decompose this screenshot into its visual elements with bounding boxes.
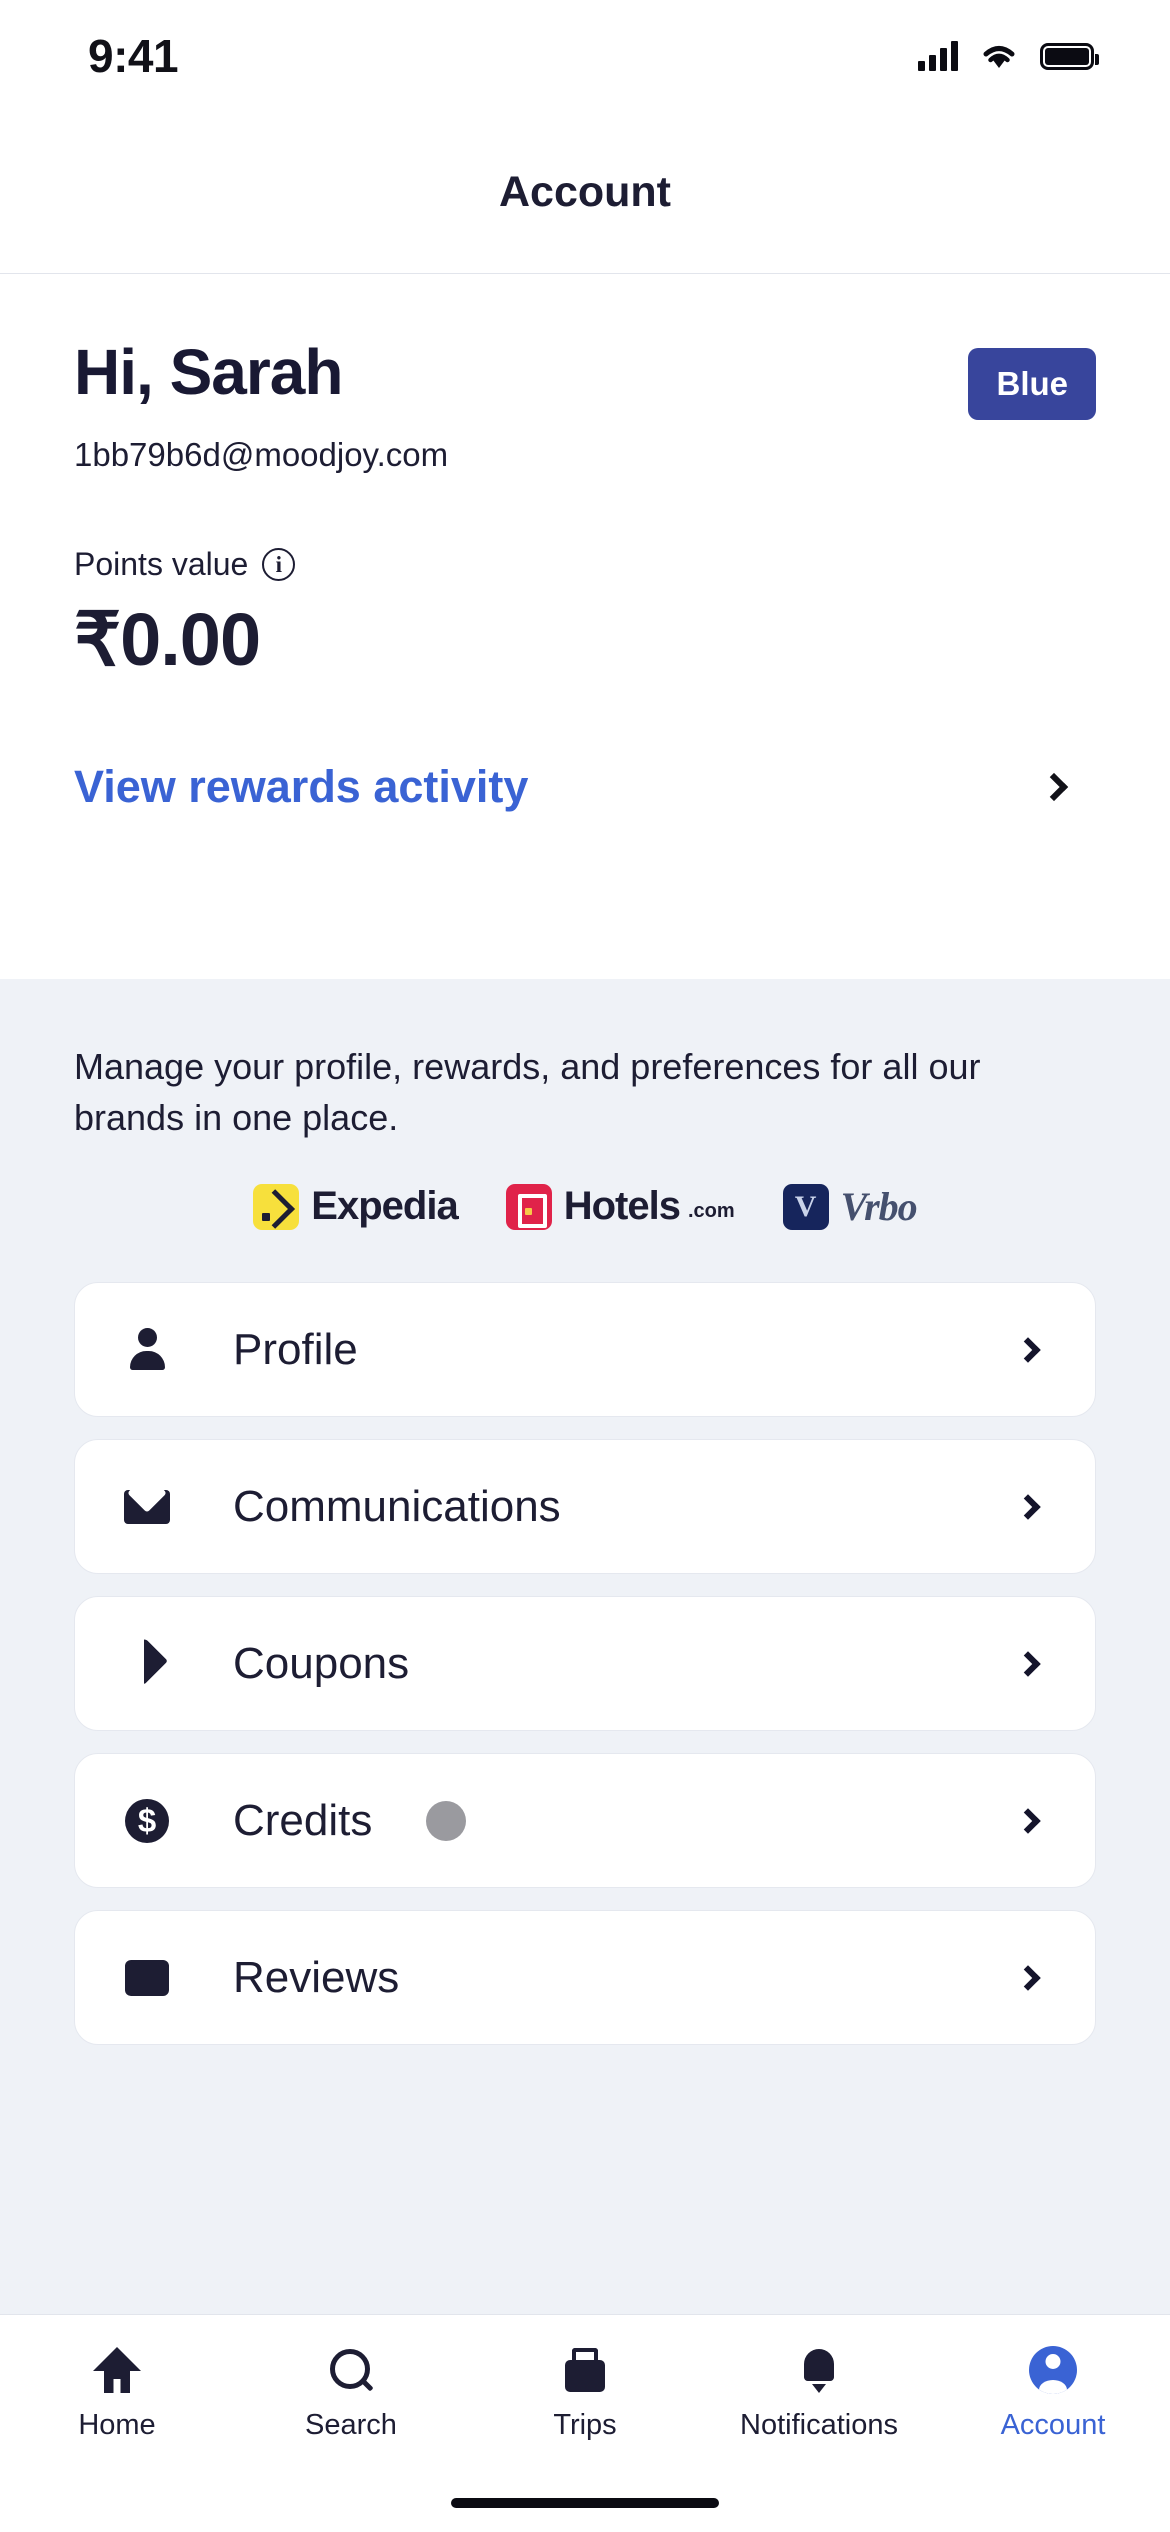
menu-item-communications[interactable]: Communications — [74, 1439, 1096, 1575]
points-value-row: Points value i — [74, 546, 1096, 583]
cellular-signal-icon — [918, 41, 958, 71]
account-email: 1bb79b6d@moodjoy.com — [74, 436, 449, 473]
home-icon — [93, 2345, 141, 2395]
menu-item-label: Profile — [233, 1324, 358, 1374]
tab-trips[interactable]: Trips — [468, 2345, 702, 2442]
suitcase-icon — [562, 2345, 608, 2395]
person-icon — [119, 1327, 175, 1372]
brands-and-menu-section: Manage your profile, rewards, and prefer… — [0, 979, 1170, 2532]
account-menu-list: Profile Communications Coupons $ Credits — [74, 1282, 1096, 2046]
brand-vrbo: Vrbo — [782, 1183, 918, 1230]
status-bar: 9:41 — [0, 0, 1170, 112]
tab-notifications[interactable]: Notifications — [702, 2345, 936, 2442]
tab-home[interactable]: Home — [0, 2345, 234, 2442]
menu-item-profile[interactable]: Profile — [74, 1282, 1096, 1418]
brand-name-vrbo: Vrbo — [840, 1184, 918, 1230]
points-value-label: Points value — [74, 546, 249, 582]
tab-search[interactable]: Search — [234, 2345, 468, 2442]
view-rewards-activity-row[interactable]: View rewards activity — [74, 761, 1096, 873]
brand-name-expedia: Expedia — [311, 1184, 458, 1229]
menu-item-coupons[interactable]: Coupons — [74, 1596, 1096, 1732]
status-badge: Blue — [968, 348, 1096, 420]
menu-item-label: Coupons — [233, 1638, 410, 1688]
brand-tld-hotels: .com — [687, 1199, 735, 1222]
status-icons — [918, 41, 1099, 71]
loading-indicator — [426, 1800, 467, 1841]
tab-label: Account — [1000, 2409, 1106, 2441]
dollar-circle-icon: $ — [119, 1798, 175, 1843]
menu-item-label: Communications — [233, 1481, 561, 1531]
mail-icon — [119, 1489, 175, 1524]
phone-screen: 9:41 Account Hi, Sarah Blue 1bb79b6d@moo… — [0, 0, 1170, 2532]
hero-top-row: Hi, Sarah Blue — [74, 334, 1096, 420]
tab-label: Search — [305, 2409, 397, 2441]
info-icon[interactable]: i — [262, 548, 296, 581]
hotels-logo-icon — [505, 1183, 552, 1230]
bell-icon — [797, 2345, 841, 2395]
vrbo-logo-icon — [782, 1183, 829, 1230]
status-time: 9:41 — [88, 30, 179, 82]
account-hero: Hi, Sarah Blue 1bb79b6d@moodjoy.com Poin… — [0, 274, 1170, 873]
review-icon — [119, 1959, 175, 1996]
tag-icon — [119, 1642, 175, 1686]
app-bar: Account — [0, 112, 1170, 274]
section-description: Manage your profile, rewards, and prefer… — [74, 1046, 981, 1139]
search-icon — [328, 2345, 374, 2395]
chevron-right-icon — [1015, 1336, 1041, 1363]
tab-account[interactable]: Account — [936, 2345, 1170, 2442]
chevron-right-icon — [1015, 1493, 1041, 1520]
brand-expedia: Expedia — [253, 1183, 459, 1230]
brand-hotels: Hotels .com — [505, 1183, 735, 1230]
brand-logo-row: Expedia Hotels .com Vrbo — [74, 1183, 1096, 1230]
chevron-right-icon — [1015, 1650, 1041, 1677]
wifi-icon — [983, 46, 1015, 68]
menu-item-label: Reviews — [233, 1952, 400, 2002]
menu-item-credits[interactable]: $ Credits — [74, 1753, 1096, 1889]
brand-name-hotels: Hotels — [563, 1184, 681, 1229]
tab-label: Notifications — [740, 2409, 898, 2441]
account-avatar-icon — [1029, 2345, 1077, 2395]
home-indicator — [451, 2498, 719, 2508]
greeting-text: Hi, Sarah — [74, 336, 343, 408]
view-rewards-activity-link[interactable]: View rewards activity — [74, 761, 528, 813]
menu-item-reviews[interactable]: Reviews — [74, 1910, 1096, 2046]
chevron-right-icon — [1039, 772, 1069, 802]
tab-label: Home — [78, 2409, 156, 2441]
points-amount: ₹0.00 — [74, 598, 261, 681]
page-title: Account — [499, 168, 671, 216]
tab-label: Trips — [553, 2409, 617, 2441]
chevron-right-icon — [1015, 1964, 1041, 1991]
chevron-right-icon — [1015, 1807, 1041, 1834]
expedia-logo-icon — [253, 1183, 300, 1230]
menu-item-label: Credits — [233, 1795, 373, 1845]
battery-icon — [1040, 42, 1099, 70]
